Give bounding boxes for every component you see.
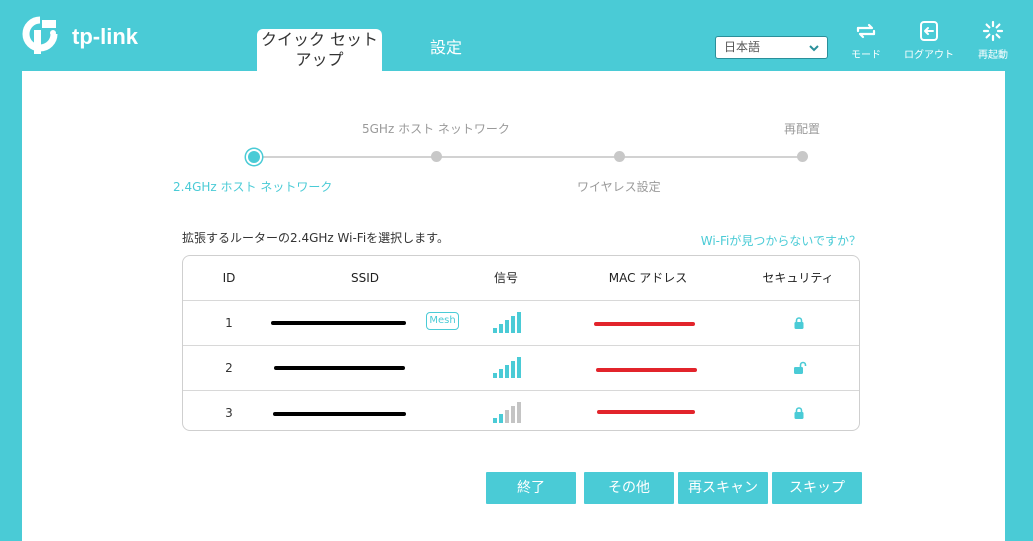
step-label-wireless: ワイヤレス設定 <box>577 180 661 194</box>
finish-button[interactable]: 終了 <box>486 472 576 504</box>
step-dot-relocate <box>797 151 808 162</box>
table-row[interactable]: 2 <box>183 346 859 391</box>
signal-strength-icon <box>493 401 521 423</box>
language-select[interactable]: 日本語 <box>715 36 828 59</box>
logout-button-label: ログアウト <box>904 50 954 61</box>
instruction-text: 拡張するルーターの2.4GHz Wi-Fiを選択します。 <box>182 231 449 245</box>
tab-quick-setup-label-line2: アップ <box>295 50 344 69</box>
rescan-button[interactable]: 再スキャン <box>678 472 768 504</box>
mode-button[interactable]: モード <box>836 20 896 61</box>
lock-icon <box>794 407 804 419</box>
skip-button[interactable]: スキップ <box>772 472 862 504</box>
language-select-value: 日本語 <box>724 40 761 54</box>
reboot-button[interactable]: 再起動 <box>963 20 1023 61</box>
mode-button-label: モード <box>851 50 881 61</box>
row-id: 3 <box>225 406 233 420</box>
signal-strength-icon <box>493 356 521 378</box>
step-label-5g-host: 5GHz ホスト ネットワーク <box>362 122 510 136</box>
column-header-id: ID <box>222 271 236 285</box>
column-header-mac: MAC アドレス <box>608 271 688 285</box>
step-dot-5g-host <box>431 151 442 162</box>
other-button[interactable]: その他 <box>584 472 674 504</box>
step-label-relocate: 再配置 <box>784 122 821 136</box>
reboot-icon <box>982 20 1004 42</box>
network-table: ID SSID 信号 MAC アドレス セキュリティ 1 Mesh 2 3 <box>182 255 860 431</box>
logout-icon <box>920 21 938 41</box>
row-id: 1 <box>225 316 233 330</box>
unlock-icon <box>794 361 807 374</box>
wifi-not-found-link[interactable]: Wi-Fiが見つからないですか？ <box>701 232 861 249</box>
ssid-redaction <box>274 366 405 370</box>
mac-redaction <box>596 368 697 372</box>
main-panel: 2.4GHz ホスト ネットワーク 5GHz ホスト ネットワーク ワイヤレス設… <box>22 71 1005 541</box>
ssid-redaction <box>273 412 406 416</box>
row-id: 2 <box>225 361 233 375</box>
chevron-down-icon <box>809 45 819 52</box>
tp-link-logo-mark <box>22 16 58 54</box>
mac-redaction <box>597 410 695 414</box>
step-label-2g-host: 2.4GHz ホスト ネットワーク <box>173 180 333 194</box>
ssid-redaction <box>271 321 406 325</box>
column-header-security: セキュリティ <box>762 271 834 285</box>
step-dot-wireless <box>614 151 625 162</box>
logout-button[interactable]: ログアウト <box>899 20 959 61</box>
reboot-button-label: 再起動 <box>978 50 1008 61</box>
table-row[interactable]: 1 Mesh <box>183 301 859 346</box>
svg-text:tp-link: tp-link <box>72 24 139 49</box>
tab-quick-setup-label-line1: クイック セット <box>260 30 379 49</box>
table-header: ID SSID 信号 MAC アドレス セキュリティ <box>183 256 859 301</box>
column-header-ssid: SSID <box>350 271 379 285</box>
mesh-badge: Mesh <box>426 312 459 330</box>
mac-redaction <box>594 322 695 326</box>
table-row[interactable]: 3 <box>183 391 859 430</box>
tab-settings[interactable]: 設定 <box>416 29 476 71</box>
column-header-signal: 信号 <box>493 271 518 285</box>
signal-strength-icon <box>493 311 521 333</box>
progress-line <box>254 156 804 158</box>
tp-link-logo: tp-link <box>20 12 160 58</box>
lock-icon <box>794 317 804 329</box>
mode-icon <box>856 23 876 39</box>
step-dot-2g-host <box>248 151 260 163</box>
tab-quick-setup[interactable]: クイック セット アップ <box>257 29 382 71</box>
